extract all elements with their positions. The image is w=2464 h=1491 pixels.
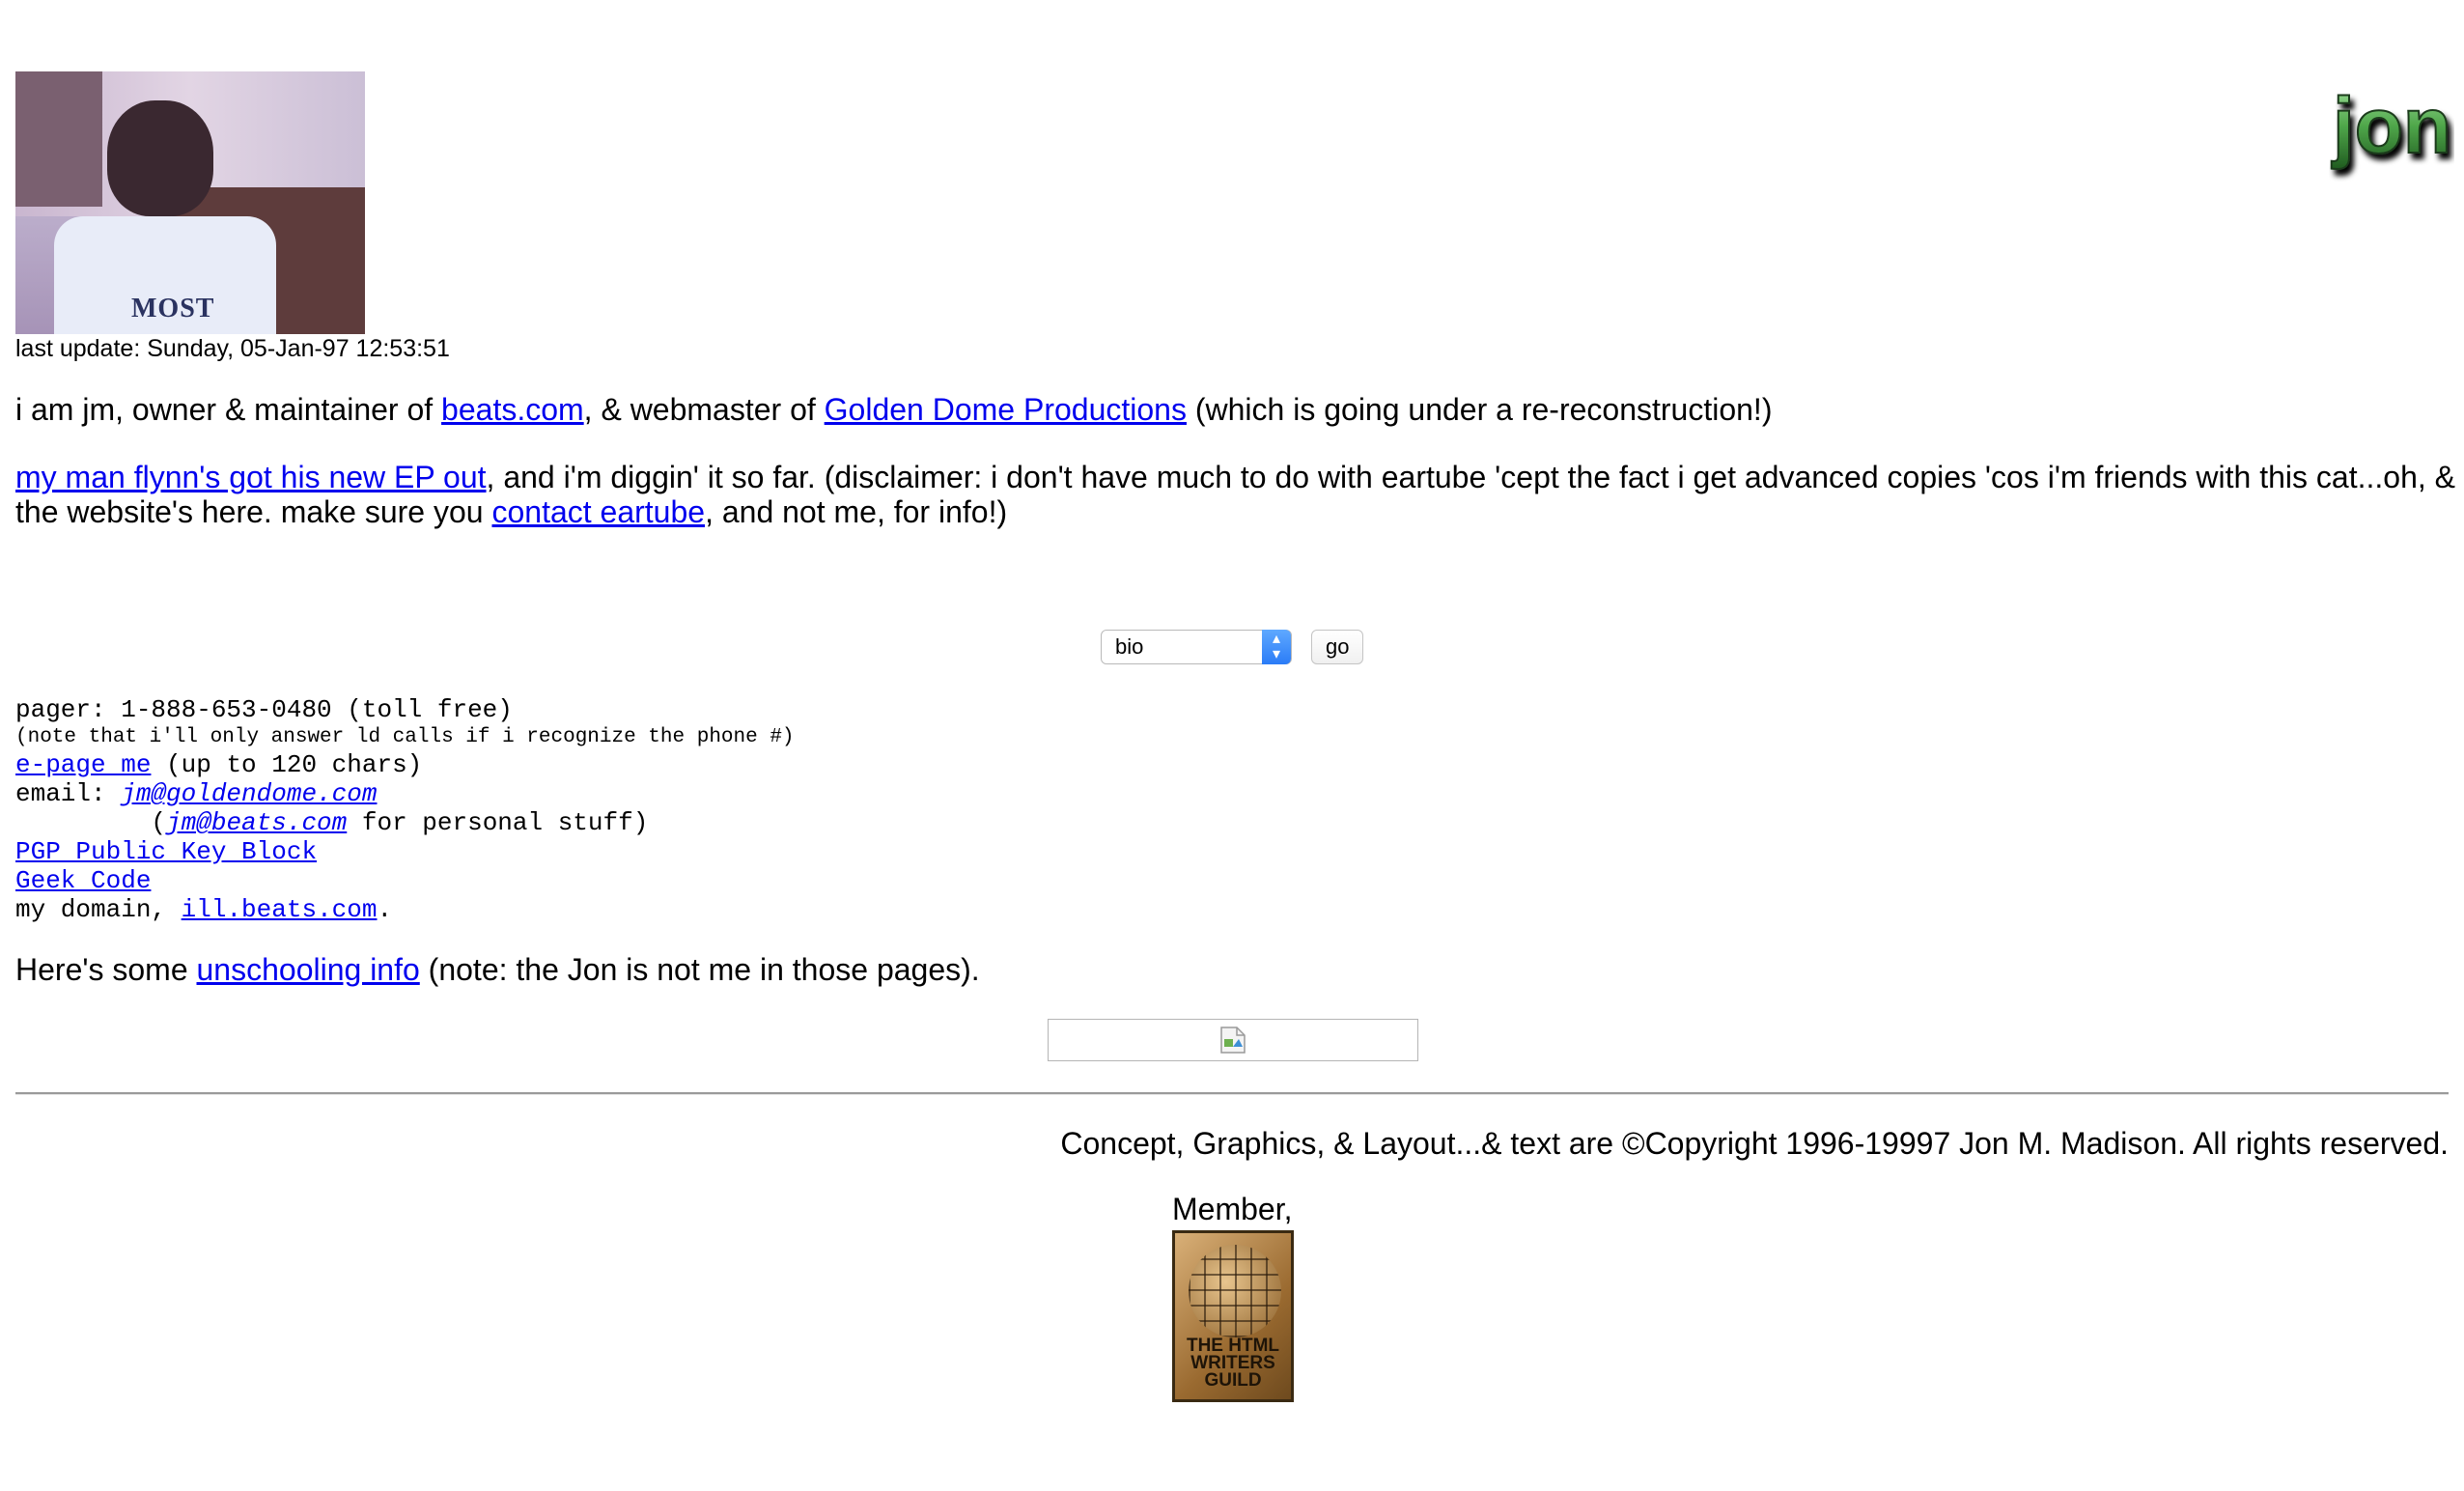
flynn-paragraph: my man flynn's got his new EP out, and i… — [15, 460, 2455, 529]
epage-link[interactable]: e-page me — [15, 750, 151, 779]
contact-eartube-link[interactable]: contact eartube — [491, 494, 705, 529]
unschooling-paragraph: Here's some unschooling info (note: the … — [15, 952, 980, 987]
flynn-ep-link[interactable]: my man flynn's got his new EP out — [15, 460, 487, 494]
broken-banner-image[interactable] — [1048, 1019, 1418, 1061]
author-photo: MOST — [15, 71, 365, 334]
section-nav: bio ▴ ▾ go — [1101, 630, 1364, 664]
last-update: last update: Sunday, 05-Jan-97 12:53:51 — [15, 335, 450, 362]
domain-line: my domain, ill.beats.com. — [15, 895, 393, 924]
email-line: email: jm@goldendome.com — [15, 779, 378, 808]
golden-dome-link[interactable]: Golden Dome Productions — [825, 392, 1187, 427]
go-button[interactable]: go — [1311, 630, 1364, 664]
email-primary-link[interactable]: jm@goldendome.com — [121, 779, 377, 808]
chevron-updown-icon: ▴ ▾ — [1262, 630, 1291, 664]
epage-line: e-page me (up to 120 chars) — [15, 750, 423, 779]
broken-image-icon — [1220, 1027, 1246, 1054]
geek-code-line: Geek Code — [15, 866, 151, 895]
section-select[interactable]: bio ▴ ▾ — [1101, 630, 1292, 664]
jon-logo: jon — [2330, 81, 2452, 171]
domain-link[interactable]: ill.beats.com — [182, 895, 378, 924]
pgp-line: PGP Public Key Block — [15, 837, 317, 866]
intro-paragraph: i am jm, owner & maintainer of beats.com… — [15, 392, 1773, 427]
globe-icon — [1189, 1245, 1281, 1337]
member-label: Member, — [1172, 1192, 1293, 1226]
unschooling-link[interactable]: unschooling info — [197, 952, 420, 987]
pager-note: (note that i'll only answer ld calls if … — [15, 726, 795, 748]
beats-link[interactable]: beats.com — [441, 392, 584, 427]
email-personal-line: (jm@beats.com for personal stuff) — [15, 808, 649, 837]
pgp-key-link[interactable]: PGP Public Key Block — [15, 837, 317, 866]
html-writers-guild-badge[interactable]: THE HTML WRITERS GUILD — [1172, 1230, 1294, 1402]
svg-text:jon: jon — [2331, 82, 2451, 170]
geek-code-link[interactable]: Geek Code — [15, 866, 151, 895]
horizontal-rule — [15, 1092, 2449, 1095]
copyright-notice: Concept, Graphics, & Layout...& text are… — [1060, 1126, 2449, 1161]
pager-line: pager: 1-888-653-0480 (toll free) — [15, 695, 513, 724]
email-personal-link[interactable]: jm@beats.com — [166, 808, 347, 837]
